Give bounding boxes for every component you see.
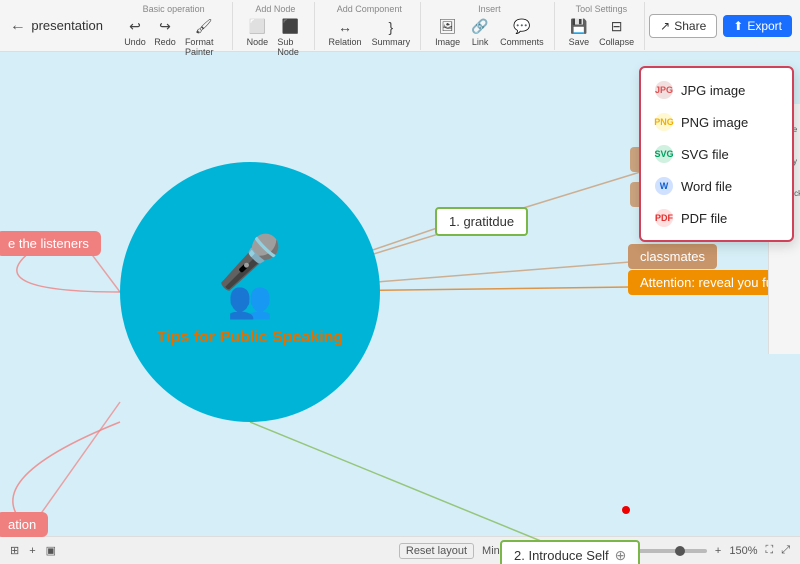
- relation-icon: ↔: [336, 18, 354, 36]
- ation-label: ation: [8, 517, 36, 532]
- introduce-self-node[interactable]: 2. Introduce Self ⊕: [500, 540, 640, 564]
- undo-button[interactable]: ↩ Undo: [121, 16, 149, 59]
- export-pdf-label: PDF file: [681, 211, 727, 226]
- introduce-self-label: 2. Introduce Self: [514, 548, 609, 563]
- save-button[interactable]: 💾 Save: [565, 16, 594, 49]
- image-icon: 🖼: [439, 18, 457, 36]
- svg-icon: SVG: [655, 145, 673, 163]
- central-label: Tips for Public Speaking: [147, 329, 353, 347]
- canvas: 🎤 👥 Tips for Public Speaking 1. gratitdu…: [0, 52, 800, 564]
- introduce-add-icon[interactable]: ⊕: [615, 547, 627, 564]
- format-painter-button[interactable]: 🖌 Format Painter: [181, 16, 226, 59]
- gratitude-label: 1. gratitdue: [449, 214, 514, 229]
- toolbar: ← presentation Basic operation ↩ Undo ↪ …: [0, 0, 800, 52]
- export-jpg-label: JPG image: [681, 83, 745, 98]
- audience-icon: 👥: [228, 279, 273, 321]
- comments-icon: 💬: [513, 18, 531, 36]
- classmates-label: classmates: [640, 249, 705, 264]
- redo-icon: ↪: [156, 18, 174, 36]
- gratitude-node[interactable]: 1. gratitdue: [435, 207, 528, 236]
- red-dot: [622, 506, 630, 514]
- link-button[interactable]: 🔗 Link: [466, 16, 494, 49]
- node-icon: ⬜: [248, 18, 266, 36]
- central-node[interactable]: 🎤 👥 Tips for Public Speaking: [120, 162, 380, 422]
- export-svg-item[interactable]: SVG SVG file: [641, 138, 792, 170]
- jpg-icon: JPG: [655, 81, 673, 99]
- comments-button[interactable]: 💬 Comments: [496, 16, 548, 49]
- share-icon: ↗: [660, 19, 670, 33]
- link-icon: 🔗: [471, 18, 489, 36]
- app-title: presentation: [31, 18, 103, 33]
- export-word-label: Word file: [681, 179, 732, 194]
- summary-button[interactable]: } Summary: [368, 16, 415, 49]
- collapse-icon: ⊟: [608, 18, 626, 36]
- insert-group: Insert 🖼 Image 🔗 Link 💬 Comments: [425, 2, 555, 50]
- sub-node-icon: ⬛: [281, 18, 299, 36]
- insert-label: Insert: [478, 4, 501, 14]
- export-dropdown: JPG JPG image PNG PNG image SVG SVG file…: [639, 66, 794, 242]
- attention-node[interactable]: Attention: reveal you fu: [628, 270, 785, 295]
- pdf-icon: PDF: [655, 209, 673, 227]
- export-button[interactable]: ⬆ Export: [723, 15, 792, 37]
- statusbar: ⊞ + ▣ Reset layout Mind Map Nodes : 20 ⚙…: [0, 536, 800, 564]
- image-button[interactable]: 🖼 Image: [431, 16, 464, 49]
- reset-layout-button[interactable]: Reset layout: [399, 543, 474, 559]
- export-png-label: PNG image: [681, 115, 748, 130]
- word-icon: W: [655, 177, 673, 195]
- basic-operation-label: Basic operation: [143, 4, 205, 14]
- export-svg-label: SVG file: [681, 147, 729, 162]
- undo-icon: ↩: [126, 18, 144, 36]
- format-painter-icon: 🖌: [195, 18, 213, 36]
- add-node-group: Add Node ⬜ Node ⬛ Sub Node: [237, 2, 314, 50]
- sub-node-button[interactable]: ⬛ Sub Node: [273, 16, 307, 59]
- png-icon: PNG: [655, 113, 673, 131]
- share-label: Share: [674, 19, 706, 33]
- listeners-node[interactable]: e the listeners: [0, 231, 101, 256]
- expand-icon[interactable]: ⤢: [781, 544, 790, 557]
- zoom-plus[interactable]: +: [715, 545, 721, 557]
- export-pdf-item[interactable]: PDF PDF file: [641, 202, 792, 234]
- zoom-thumb: [675, 546, 685, 556]
- share-button[interactable]: ↗ Share: [649, 14, 717, 38]
- export-label: Export: [747, 19, 782, 33]
- ation-node[interactable]: ation: [0, 512, 48, 537]
- status-icon-2: +: [29, 545, 35, 557]
- status-icon-3: ▣: [46, 544, 56, 557]
- basic-operation-group: Basic operation ↩ Undo ↪ Redo 🖌 Format P…: [115, 2, 233, 50]
- listeners-label: e the listeners: [8, 236, 89, 251]
- fullscreen-icon[interactable]: ⛶: [765, 544, 773, 557]
- add-component-label: Add Component: [337, 4, 402, 14]
- classmates-node[interactable]: classmates: [628, 244, 717, 269]
- tool-settings-group: Tool Settings 💾 Save ⊟ Collapse: [559, 2, 646, 50]
- export-png-item[interactable]: PNG PNG image: [641, 106, 792, 138]
- summary-icon: }: [382, 18, 400, 36]
- save-icon: 💾: [570, 18, 588, 36]
- status-icon-1: ⊞: [10, 544, 19, 557]
- attention-label: Attention: reveal you fu: [640, 275, 773, 290]
- export-jpg-item[interactable]: JPG JPG image: [641, 74, 792, 106]
- add-component-group: Add Component ↔ Relation } Summary: [319, 2, 422, 50]
- back-button[interactable]: ←: [8, 14, 27, 38]
- tool-settings-label: Tool Settings: [576, 4, 628, 14]
- zoom-percent: 150%: [729, 545, 757, 557]
- node-button[interactable]: ⬜ Node: [243, 16, 271, 59]
- collapse-button[interactable]: ⊟ Collapse: [595, 16, 638, 49]
- add-node-label: Add Node: [255, 4, 295, 14]
- export-word-item[interactable]: W Word file: [641, 170, 792, 202]
- export-icon: ⬆: [733, 19, 743, 33]
- redo-button[interactable]: ↪ Redo: [151, 16, 179, 59]
- relation-button[interactable]: ↔ Relation: [325, 16, 366, 49]
